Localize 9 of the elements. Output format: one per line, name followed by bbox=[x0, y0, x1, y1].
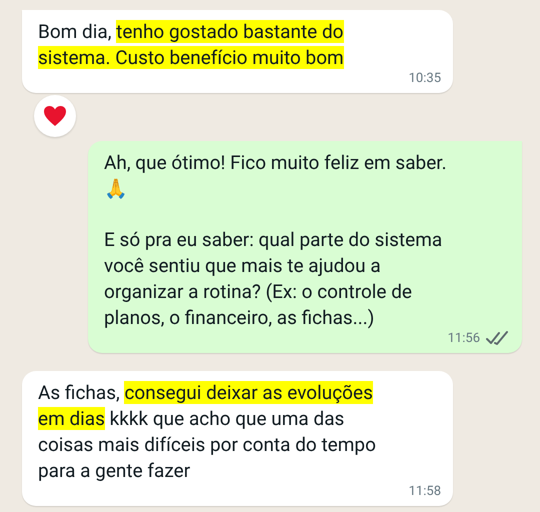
message-text: E só pra eu saber: qual parte do sistema você sentiu que mais te ajudou a organizar a rotina? (Ex: o controle de planos, o financeiro, as fichas...) bbox=[104, 227, 444, 331]
message-time: 11:56 bbox=[448, 330, 480, 346]
heart-icon bbox=[43, 105, 67, 127]
message-time: 11:58 bbox=[408, 484, 441, 498]
message-text: Ah, que ótimo! Fico muito feliz em saber. 🙏 bbox=[104, 150, 448, 202]
message-text: Bom dia, tenho gostado bastante do sistema. Custo benefício muito bom bbox=[38, 19, 345, 71]
reaction-badge[interactable] bbox=[34, 95, 76, 137]
message-time: 10:35 bbox=[408, 70, 441, 86]
message-text: As fichas, consegui deixar as evoluções em dias kkkk que acho que uma das coisas mais difíceis por conta do tempo para a gente fazer bbox=[38, 380, 377, 484]
